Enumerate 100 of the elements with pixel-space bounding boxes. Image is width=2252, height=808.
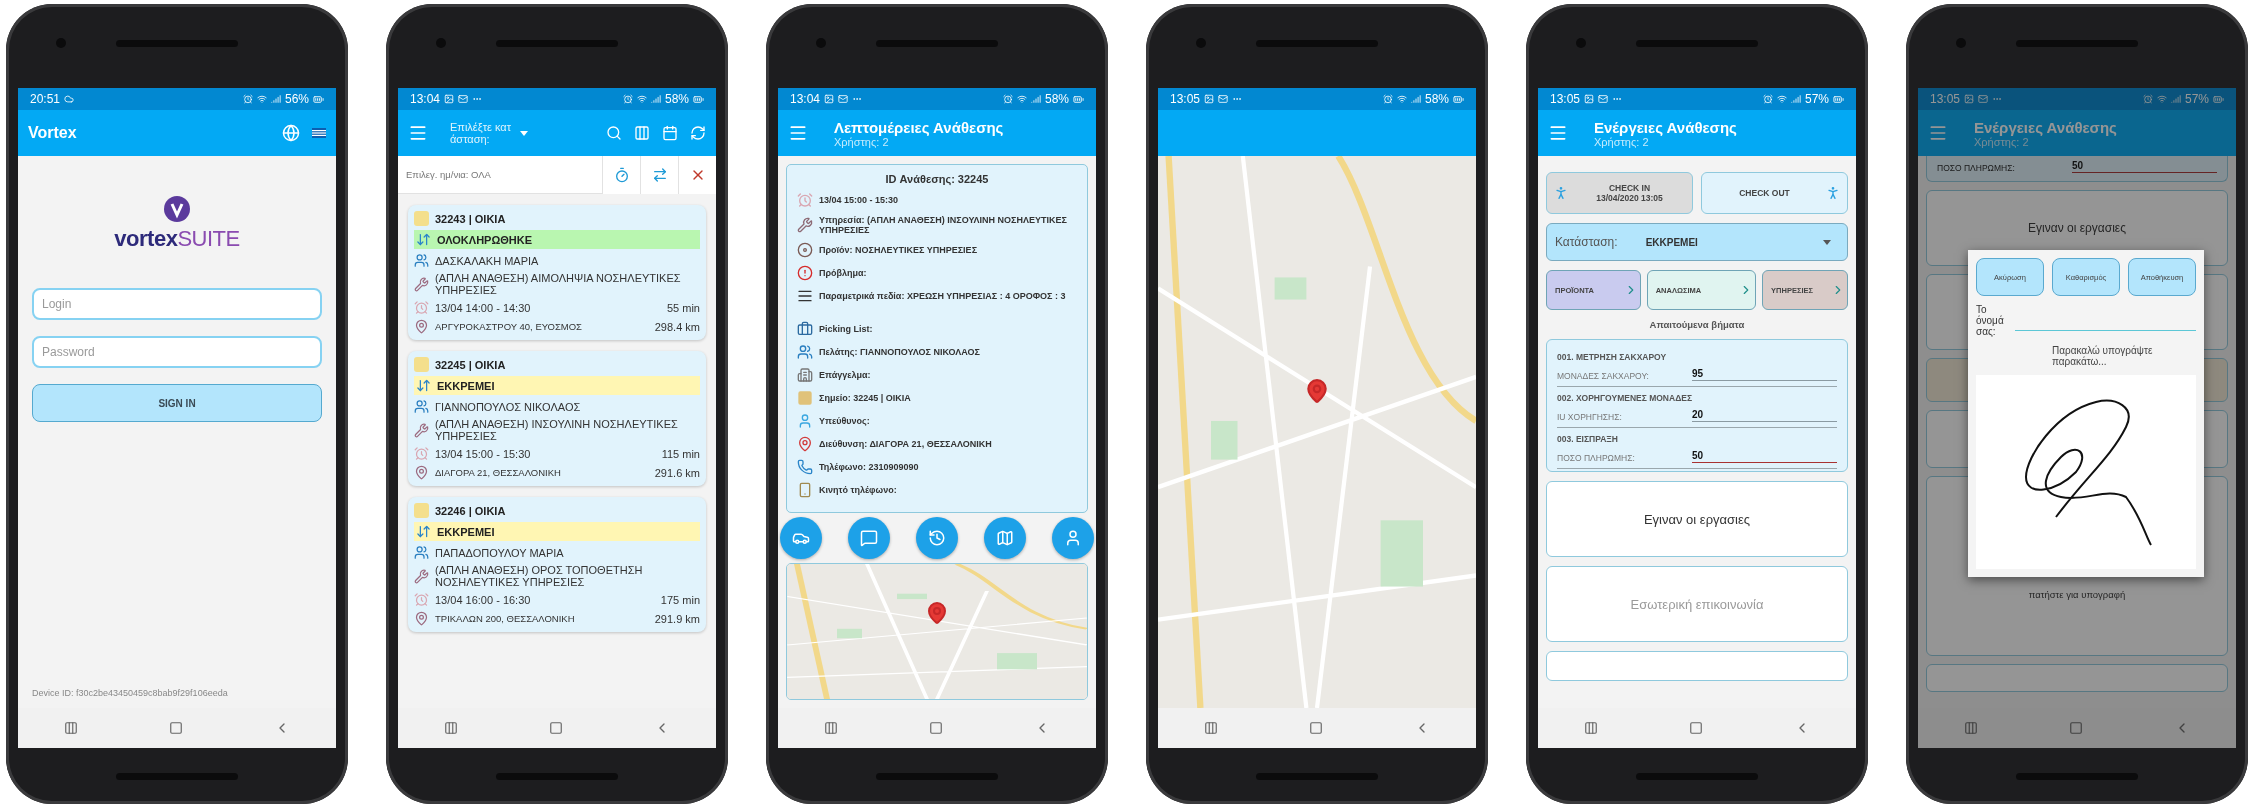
- home-button[interactable]: [169, 721, 183, 735]
- user-subtitle: Χρήστης: 2: [1974, 135, 2029, 148]
- detail-text: Τηλέφωνο: 2310909090: [819, 462, 920, 472]
- login-field[interactable]: Login: [32, 288, 322, 320]
- map-pin-icon: [1304, 378, 1330, 405]
- home-button[interactable]: [549, 721, 563, 735]
- status-time: 13:04: [790, 92, 821, 106]
- recent-apps-icon: [443, 721, 458, 735]
- assignment-card[interactable]: 32243 | ΟΙΚΙΑ ΟΛΟΚΛΗΡΩΘΗΚΕ ΔΑΣΚΑΛΑΚΗ ΜΑΡΙΑ (ΑΠΛΗ ΑΝΑΘΕΣΗ) ΑΙΜΟΛΗΨΙΑ ΝΟΣΗΛΕΥΤΙΚΕΣ ΥΠΗΡΕΣΙΕΣ 13/04 14:00 - 14:30 55 min ΑΡΓΥΡΟΚΑΣΤΡΟΥ 40, ΕΥΟΣΜΟΣ 298.4 km: [408, 205, 706, 340]
- service-text: (ΑΠΛΗ ΑΝΑΘΕΣΗ) ΑΙΜΟΛΗΨΙΑ ΝΟΣΗΛΕΥΤΙΚΕΣ ΥΠΗΡΕΣΙΕΣ: [435, 272, 682, 296]
- assignment-card[interactable]: 32245 | ΟΙΚΙΑ ΕΚΚΡΕΜΕΙ ΓΙΑΝΝΟΠΟΥΛΟΣ ΝΙΚΟΛΑΟΣ (ΑΠΛΗ ΑΝΑΘΕΣΗ) ΙΝΣΟΥΛΙΝΗ ΝΟΣΗΛΕΥΤΙΚΕΣ ΥΠΗΡΕΣΙΕΣ 13/04 15:00 - 15:30 115 min ΔΙΑΓΟΡΑ 21, ΘΕΣΣΑΛΟΝΙΚΗ 291.6 km: [408, 351, 706, 486]
- car-button[interactable]: [780, 517, 822, 559]
- home-icon: [2069, 721, 2083, 735]
- image-icon: [1584, 94, 1595, 104]
- menu-button[interactable]: [788, 123, 808, 143]
- home-button[interactable]: [1689, 721, 1703, 735]
- language-button[interactable]: [282, 124, 300, 142]
- wifi-icon: [1016, 94, 1027, 104]
- detail-text: Πρόβλημα:: [819, 268, 868, 278]
- note-icon: [414, 357, 429, 372]
- recent-apps-button[interactable]: [63, 721, 78, 735]
- users-icon: [414, 545, 429, 560]
- battery-percent: 57%: [2184, 92, 2209, 106]
- status-text: ΕΚΚΡΕΜΕΙ: [437, 379, 495, 392]
- status-select[interactable]: Κατάσταση: ΕΚΚΡΕΜΕΙ: [1546, 223, 1848, 261]
- alarm-icon: [1762, 94, 1773, 104]
- recent-apps-button[interactable]: [1963, 721, 1978, 735]
- step-input[interactable]: 50: [1692, 450, 1837, 463]
- home-button[interactable]: [1309, 721, 1323, 735]
- columns-button[interactable]: [634, 125, 650, 141]
- battery-percent: 58%: [1424, 92, 1449, 106]
- check-out-button[interactable]: CHECK OUT: [1701, 172, 1848, 214]
- detail-text: Υπηρεσία: (ΑΠΛΗ ΑΝΑΘΕΣΗ) ΙΝΣΟΥΛΙΝΗ ΝΟΣΗΛΕΥΤΙΚΕΣ ΥΠΗΡΕΣΙΕΣ: [819, 215, 1068, 235]
- detail-text: Picking List:: [819, 324, 874, 334]
- wifi-icon: [1396, 94, 1407, 104]
- cloud-icon: [64, 94, 75, 104]
- home-button[interactable]: [929, 721, 943, 735]
- map-pin-icon: [797, 436, 813, 452]
- screen-title: Ενέργειες Ανάθεσης: [1594, 118, 1737, 136]
- message-button[interactable]: [848, 517, 890, 559]
- disc-icon: [797, 242, 813, 258]
- timer-icon: [613, 166, 630, 183]
- menu-button[interactable]: [408, 123, 428, 143]
- signature-pad[interactable]: [1976, 375, 2196, 569]
- clear-button[interactable]: [678, 155, 716, 194]
- walking-person-icon: [1553, 185, 1569, 201]
- time-range: 13/04 15:00 - 15:30: [435, 447, 532, 460]
- image-icon: [824, 94, 835, 104]
- history-button[interactable]: [916, 517, 958, 559]
- alarm-clock-icon: [414, 592, 429, 607]
- alarm-clock-icon: [414, 446, 429, 461]
- alarm-clock-icon: [414, 300, 429, 315]
- sign-in-button[interactable]: SIGN IN: [32, 384, 322, 422]
- signal-icon: [1790, 94, 1801, 104]
- wifi-icon: [636, 94, 647, 104]
- up-down-arrows-icon: [416, 378, 431, 393]
- status-time: 13:05: [1170, 92, 1201, 106]
- step-label: ΜΟΝΑΔΕΣ ΣΑΚΧΑΡΟΥ:: [1557, 371, 1650, 381]
- recent-apps-button[interactable]: [823, 721, 838, 735]
- flag-icon[interactable]: [312, 128, 326, 138]
- status-text: ΕΚΚΡΕΜΕΙ: [437, 525, 495, 538]
- timer-button[interactable]: [602, 155, 640, 194]
- address: ΑΡΓΥΡΟΚΑΣΤΡΟΥ 40, ΕΥΟΣΜΟΣ: [435, 321, 583, 332]
- refresh-button[interactable]: [690, 125, 706, 141]
- home-button[interactable]: [2069, 721, 2083, 735]
- distance: 291.6 km: [654, 466, 700, 479]
- recent-apps-button[interactable]: [1583, 721, 1598, 735]
- recent-apps-button[interactable]: [443, 721, 458, 735]
- mobile-phone-icon: [797, 482, 813, 498]
- menu-button[interactable]: [1548, 123, 1568, 143]
- service-text: (ΑΠΛΗ ΑΝΑΘΕΣΗ) ΙΝΣΟΥΛΙΝΗ ΝΟΣΗΛΕΥΤΙΚΕΣ ΥΠΗΡΕΣΙΕΣ: [435, 418, 679, 442]
- mail-icon: [458, 94, 469, 104]
- step-input[interactable]: 20: [1692, 409, 1837, 422]
- map-pin-icon: [925, 600, 949, 625]
- time-range: 13/04 16:00 - 16:30: [435, 593, 532, 606]
- mail-icon: [1978, 94, 1989, 104]
- note-icon: [414, 503, 429, 518]
- columns-icon: [634, 125, 650, 141]
- calendar-icon: [662, 125, 678, 141]
- menu-button[interactable]: [1928, 123, 1948, 143]
- assignment-title: 32245 | ΟΙΚΙΑ: [435, 358, 506, 371]
- step-input[interactable]: 50: [2072, 160, 2217, 173]
- step-input[interactable]: 95: [1692, 368, 1837, 381]
- wrench-icon: [414, 276, 429, 292]
- calendar-button[interactable]: [662, 125, 678, 141]
- recent-apps-button[interactable]: [1203, 721, 1218, 735]
- action-button[interactable]: Εγιναν οι εργασιες: [1546, 481, 1848, 557]
- swap-button[interactable]: [640, 155, 678, 194]
- map-button[interactable]: [984, 517, 1026, 559]
- sign-prompt: Παρακαλώ υπογράψτε παρακάτω...: [2051, 345, 2154, 367]
- map-icon: [996, 529, 1014, 547]
- tap-to-sign-hint: πατήστε για υπογραφή: [2028, 589, 2126, 600]
- password-field[interactable]: Password: [32, 336, 322, 368]
- search-button[interactable]: [606, 125, 622, 141]
- assignment-card[interactable]: 32246 | ΟΙΚΙΑ ΕΚΚΡΕΜΕΙ ΠΑΠΑΔΟΠΟΥΛΟΥ ΜΑΡΙΑ (ΑΠΛΗ ΑΝΑΘΕΣΗ) ΟΡΟΣ ΤΟΠΟΘΕΤΗΣΗ ΝΟΣΗΛΕΥΤΙΚΕΣ ΥΠΗΡΕΣΙΕΣ 13/04 16:00 - 16:30 175 min ΤΡΙΚΑΛΩΝ 200, ΘΕΣΣΑΛΟΝΙΚΗ 291.9 km: [408, 497, 706, 632]
- check-in-button[interactable]: CHECK IN 13/04/2020 13:05: [1546, 172, 1693, 214]
- customer-name: ΔΑΣΚΑΛΑΚΗ ΜΑΡΙΑ: [435, 254, 540, 267]
- person-button[interactable]: [1052, 517, 1094, 559]
- alarm-icon: [242, 94, 253, 104]
- lines-icon: [797, 288, 813, 304]
